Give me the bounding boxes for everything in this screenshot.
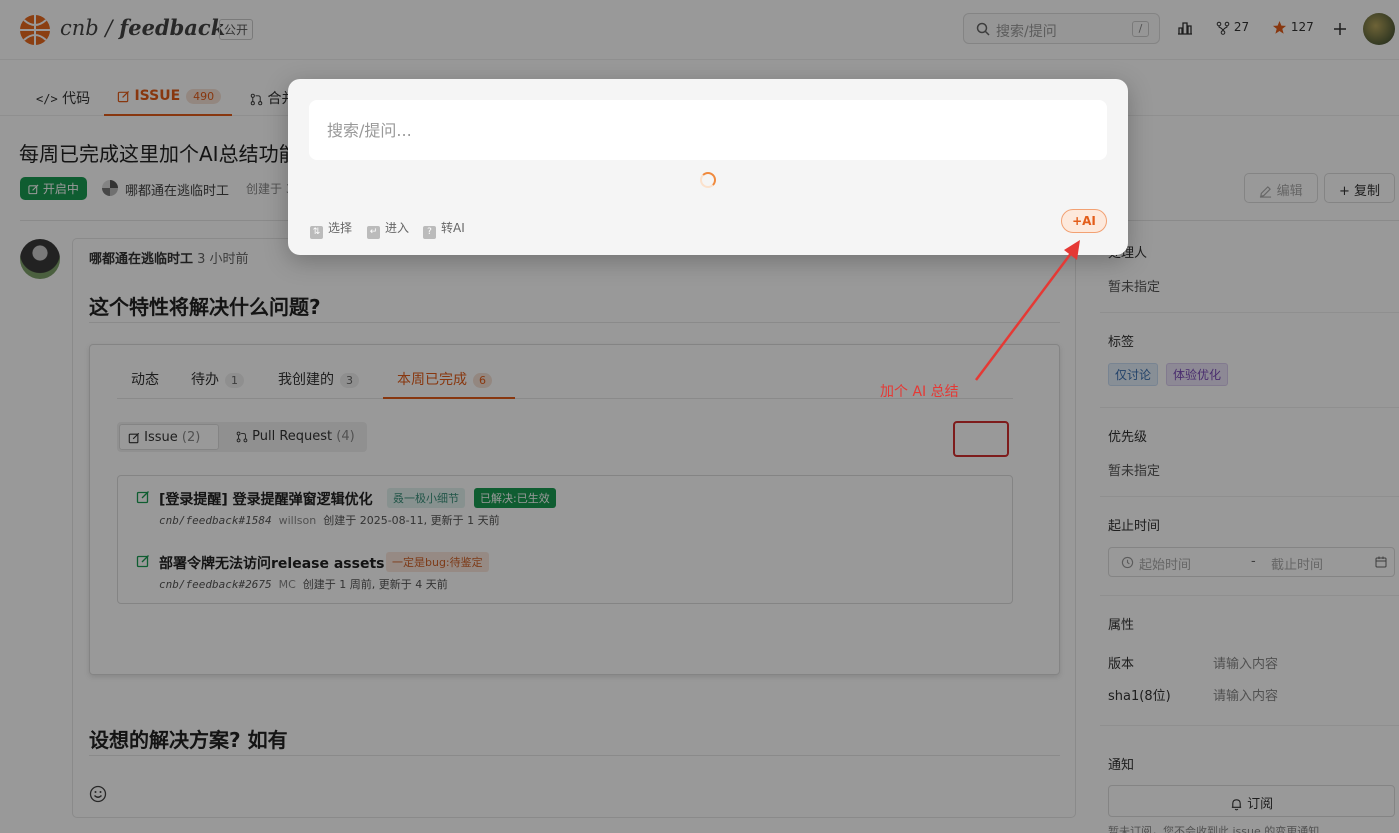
enter-key-icon: ↵ <box>367 226 380 239</box>
annotation-arrow <box>975 240 1080 381</box>
arrow-keys-icon: ⇅ <box>310 226 323 239</box>
annotation-text: 加个 AI 总结 <box>880 384 959 400</box>
loading-spinner-icon <box>700 172 716 188</box>
modal-search-input[interactable] <box>309 100 1107 160</box>
hint-label: 进入 <box>385 221 410 235</box>
hint-label: 选择 <box>328 221 353 235</box>
hint-enter: ↵ 进入 <box>367 219 409 239</box>
hint-label: 转AI <box>441 221 465 235</box>
question-key-icon: ? <box>423 226 436 239</box>
hint-to-ai: ? 转AI <box>423 219 465 239</box>
hint-select: ⇅ 选择 <box>310 219 352 239</box>
